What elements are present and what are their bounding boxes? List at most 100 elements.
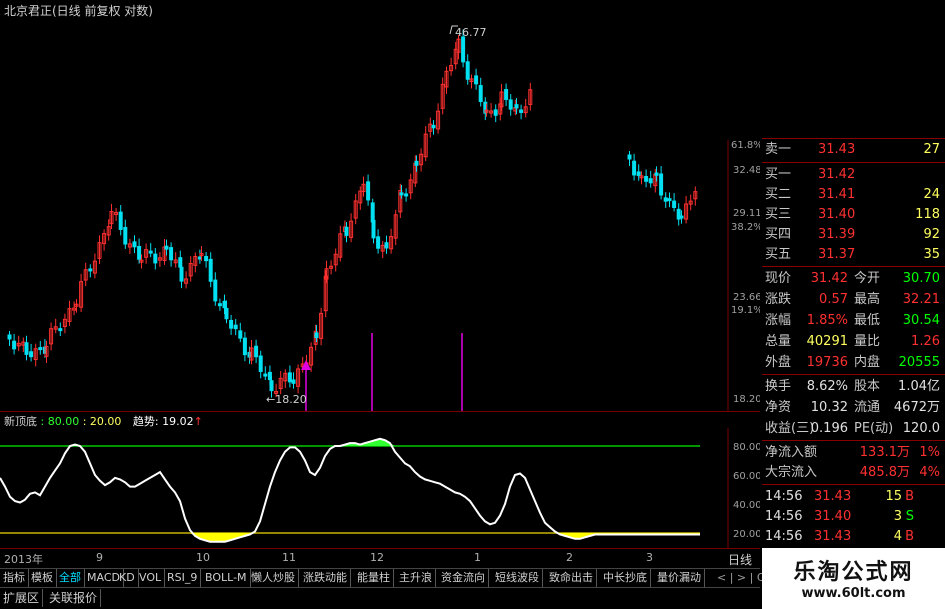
candle-body xyxy=(213,279,218,302)
tick-row: 14:56 31.40 3 S xyxy=(762,507,942,527)
buy-row-4[interactable]: 买四 31.39 92 xyxy=(762,225,942,245)
stat-label-2: 内盘 xyxy=(854,355,881,370)
indicator-series-line xyxy=(0,437,700,543)
price-chart[interactable]: 46.77 ←18.20 61.8% 32.48 29.11 38.2% 23.… xyxy=(0,0,760,412)
candle-body xyxy=(679,215,684,219)
axis-label-3248: 32.48 xyxy=(733,165,760,176)
time-label-1: 1 xyxy=(474,551,481,564)
stat-label: 涨幅 xyxy=(765,313,792,328)
indicator-axis-labels: 80.00 60.00 40.00 20.00 xyxy=(733,442,760,540)
candle-body xyxy=(659,173,664,196)
fund-value-2: 120.0 xyxy=(902,421,940,436)
candle-body xyxy=(153,253,158,264)
stat-value: 40291 xyxy=(806,334,848,349)
candle-body xyxy=(371,219,376,239)
buy-row-2[interactable]: 买二 31.41 24 xyxy=(762,185,942,205)
stat-value-2: 30.70 xyxy=(902,271,940,286)
tab-14[interactable]: 致命出击 xyxy=(546,569,597,587)
buy-vol: 118 xyxy=(915,207,940,222)
candle-body xyxy=(648,178,653,184)
ext-tab-1[interactable]: 关联报价 xyxy=(46,589,102,607)
time-label-9: 9 xyxy=(96,551,103,564)
watermark-url: www.60lt.com xyxy=(801,586,906,601)
stat-value-2: 30.54 xyxy=(902,313,940,328)
buy-label: 买一 xyxy=(765,167,792,182)
tab-6[interactable]: RSI_9 xyxy=(164,569,202,587)
time-label-2: 2 xyxy=(566,551,573,564)
ext-tab-0[interactable]: 扩展区 xyxy=(0,589,44,607)
tab-scroll-controls[interactable]: < | > | C xyxy=(714,569,769,587)
candle-body xyxy=(24,342,29,355)
axis-label-2366: 23.66 xyxy=(733,292,760,303)
tick-price: 31.40 xyxy=(814,509,852,524)
sell-row-1[interactable]: 卖一 31.43 27 xyxy=(762,140,942,160)
indicator-chart[interactable]: 80.00 60.00 40.00 20.00 xyxy=(0,428,760,548)
candle-body xyxy=(58,328,63,332)
tab-5[interactable]: VOL xyxy=(136,569,166,587)
candle-body xyxy=(508,99,513,110)
stat-label: 外盘 xyxy=(765,355,792,370)
candle-body xyxy=(137,245,142,260)
tab-10[interactable]: 能量柱 xyxy=(354,569,394,587)
sell-vol: 27 xyxy=(923,142,940,157)
candle-body xyxy=(474,75,479,85)
candle-body xyxy=(654,172,659,176)
period-tab[interactable]: 日线 xyxy=(728,551,752,568)
fund-label-2: 流通 xyxy=(854,400,881,415)
tab-11[interactable]: 主升浪 xyxy=(396,569,436,587)
tab-2[interactable]: 全部 xyxy=(56,569,85,587)
axis-label-382: 38.2% xyxy=(731,222,760,233)
candle-body xyxy=(667,198,672,202)
candle-body xyxy=(636,171,641,177)
sell-price: 31.43 xyxy=(818,142,856,157)
candle-body xyxy=(465,61,470,80)
stat-row: 涨跌 0.57 最高 32.21 xyxy=(762,290,942,310)
stat-label: 涨跌 xyxy=(765,292,792,307)
candle-body xyxy=(519,109,524,113)
candle-body xyxy=(514,104,519,109)
buy-row-1[interactable]: 买一 31.42 xyxy=(762,165,942,185)
candle-body xyxy=(217,303,222,307)
tab-12[interactable]: 资金流向 xyxy=(438,569,489,587)
time-label-10: 10 xyxy=(196,551,210,564)
indicator-name: 新顶底 xyxy=(4,415,37,428)
candle-body xyxy=(204,255,209,262)
buy-price: 31.39 xyxy=(818,227,856,242)
tab-1[interactable]: 模板 xyxy=(28,569,57,587)
candle-body xyxy=(38,347,43,351)
tick-time: 14:56 xyxy=(765,529,803,544)
buy-price: 31.37 xyxy=(818,247,856,262)
flow-row: 大宗流入 485.8万 4% xyxy=(762,463,942,483)
tab-9[interactable]: 涨跌动能 xyxy=(300,569,351,587)
buy-price: 31.42 xyxy=(818,167,856,182)
tab-0[interactable]: 指标 xyxy=(0,569,29,587)
tab-15[interactable]: 中长抄底 xyxy=(600,569,651,587)
time-label-year: 2013年 xyxy=(4,553,43,566)
indicator-line2: : 20.00 xyxy=(82,415,122,428)
candle-body xyxy=(233,324,238,330)
tick-vol: 15 xyxy=(885,489,902,504)
fundamental-row: 净资 10.32 流通 4672万 xyxy=(762,398,942,418)
candle-body xyxy=(169,247,174,261)
flow-value: 133.1万 xyxy=(859,445,910,460)
watermark-title: 乐淘公式网 xyxy=(793,560,914,585)
fund-label: 换手 xyxy=(765,379,792,394)
tab-16[interactable]: 量价漏动 xyxy=(654,569,705,587)
buy-row-5[interactable]: 买五 31.37 35 xyxy=(762,245,942,265)
tick-row: 14:56 31.43 4 B xyxy=(762,527,942,547)
buy-row-3[interactable]: 买三 31.40 118 xyxy=(762,205,942,225)
tab-8[interactable]: 懒人炒股 xyxy=(248,569,299,587)
ind-axis-60: 60.00 xyxy=(733,471,760,482)
candle-body xyxy=(287,372,292,383)
candle-body xyxy=(123,226,128,245)
candle-body xyxy=(224,307,229,320)
stat-value-2: 32.21 xyxy=(902,292,940,307)
tick-vol: 4 xyxy=(893,529,902,544)
tab-13[interactable]: 短线波段 xyxy=(492,569,543,587)
fund-label: 净资 xyxy=(765,400,792,415)
axis-label-191: 19.1% xyxy=(731,305,760,316)
stat-row: 涨幅 1.85% 最低 30.54 xyxy=(762,311,942,331)
time-label-11: 11 xyxy=(282,551,296,564)
tab-7[interactable]: BOLL-M xyxy=(202,569,251,587)
fund-label-2: PE(动) xyxy=(854,421,894,436)
